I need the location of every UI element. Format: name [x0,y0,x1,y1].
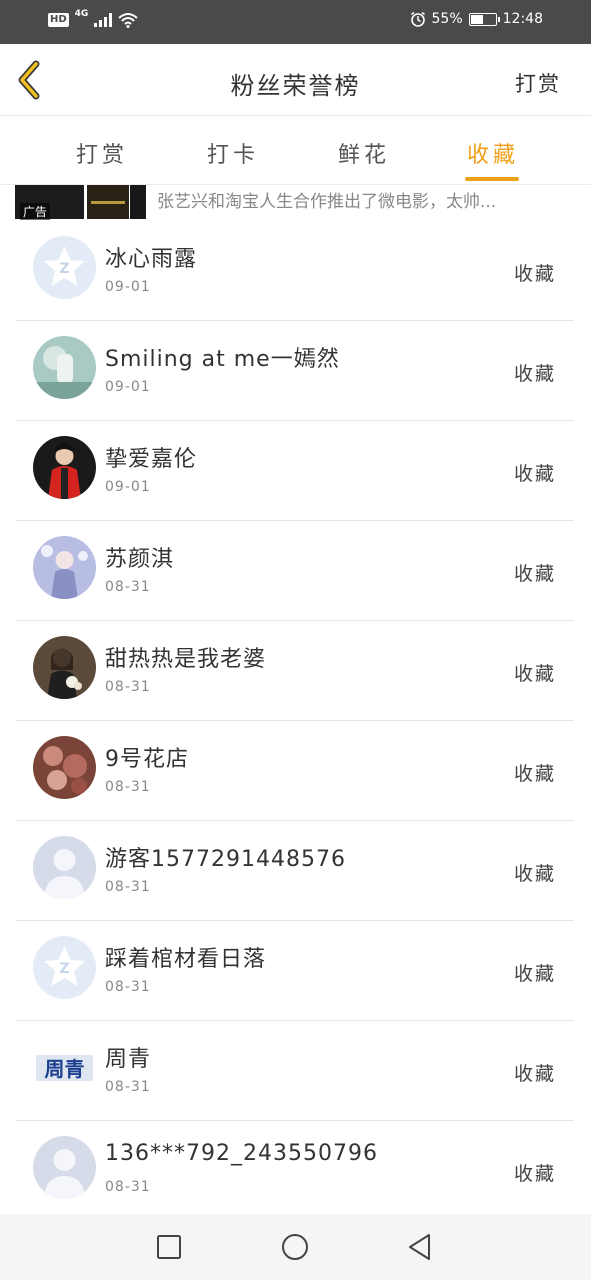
list-item[interactable]: 挚爱嘉伦 09-01 收藏 [16,421,574,521]
ad-image [87,185,129,219]
list-item[interactable]: 136***792_243550796 08-31 收藏 [16,1121,574,1221]
tab-favorites[interactable]: 收藏 [467,137,519,169]
status-right: 55% 12:48 [410,11,543,27]
item-action: 收藏 [513,763,556,785]
default-person-avatar [33,1136,96,1199]
clock: 12:48 [502,11,543,27]
user-name: 游客1577291448576 [105,847,346,872]
back-icon [409,1234,430,1260]
network-type: 4G [74,9,89,19]
item-action: 收藏 [513,263,556,285]
item-action: 收藏 [513,963,556,985]
item-date: 09-01 [105,479,151,495]
ad-image [130,185,146,219]
battery-icon [468,12,500,26]
ad-label: 广告 [20,203,51,220]
item-date: 09-01 [105,279,151,295]
signal-icon [94,13,113,27]
list-item[interactable]: 9号花店 08-31 收藏 [16,721,574,821]
battery-fill [470,14,483,24]
list-item[interactable]: 周青 周青 08-31 收藏 [16,1021,574,1121]
tab-checkin[interactable]: 打卡 [207,137,259,169]
item-action: 收藏 [513,1163,556,1185]
ad-text: 张艺兴和淘宝人生合作推出了微电影，太帅... [157,192,497,212]
wifi-icon [118,13,138,28]
item-date: 09-01 [105,379,151,395]
item-action: 收藏 [513,663,556,685]
tab-flowers[interactable]: 鲜花 [338,137,390,169]
photo-avatar [33,536,96,599]
recent-apps-icon [157,1235,181,1259]
list-item[interactable]: Z 冰心雨露 09-01 收藏 [16,221,574,321]
list-item[interactable]: Z 踩着棺材看日落 08-31 收藏 [16,921,574,1021]
back-nav-button[interactable] [405,1232,435,1262]
default-person-avatar [33,836,96,899]
item-date: 08-31 [105,779,151,795]
header: 粉丝荣誉榜 打赏 [0,44,591,116]
item-action: 收藏 [513,363,556,385]
photo-avatar [33,436,96,499]
svg-text:Z: Z [59,961,69,977]
user-name: 甜热热是我老婆 [105,647,267,672]
qq-default-avatar: Z [33,936,96,999]
photo-avatar [33,336,96,399]
item-action: 收藏 [513,463,556,485]
item-date: 08-31 [105,1179,151,1195]
text-avatar: 周青 [33,1036,96,1099]
home-icon [282,1234,308,1260]
item-action: 收藏 [513,863,556,885]
photo-avatar [33,736,96,799]
item-date: 08-31 [105,979,151,995]
user-name: 踩着棺材看日落 [105,947,267,972]
qq-default-avatar: Z [33,236,96,299]
user-name: 136***792_243550796 [105,1141,378,1166]
photo-avatar [33,636,96,699]
item-date: 08-31 [105,879,151,895]
page-title: 粉丝荣誉榜 [230,72,361,100]
item-date: 08-31 [105,579,151,595]
user-name: 苏颜淇 [105,547,175,572]
system-nav-bar [0,1214,591,1280]
tab-bar: 打赏 打卡 鲜花 收藏 [0,117,591,185]
recent-apps-button[interactable] [154,1232,184,1262]
hd-badge: HD [48,13,69,27]
user-name: 挚爱嘉伦 [105,447,198,472]
item-date: 08-31 [105,1079,151,1095]
item-action: 收藏 [513,563,556,585]
reward-button[interactable]: 打赏 [515,68,561,98]
list-item[interactable]: Smiling at me一嫣然 09-01 收藏 [16,321,574,421]
list-item[interactable]: 甜热热是我老婆 08-31 收藏 [16,621,574,721]
alarm-icon [410,11,425,27]
active-tab-indicator [465,177,519,181]
user-name: Smiling at me一嫣然 [105,347,340,372]
list-item[interactable]: 苏颜淇 08-31 收藏 [16,521,574,621]
user-name: 9号花店 [105,747,189,772]
battery-percent: 55% [431,11,463,27]
avatar-text: 周青 [45,1057,85,1081]
ad-banner[interactable]: 广告 张艺兴和淘宝人生合作推出了微电影，太帅... [0,185,591,221]
status-left: HD 4G [48,9,138,28]
user-name: 冰心雨露 [105,247,198,272]
tab-reward[interactable]: 打赏 [76,137,128,169]
favorites-list: Z 冰心雨露 09-01 收藏 Smiling at me一嫣然 09-01 收… [16,221,574,1221]
list-item[interactable]: 游客1577291448576 08-31 收藏 [16,821,574,921]
item-date: 08-31 [105,679,151,695]
svg-text:Z: Z [59,261,69,277]
home-button[interactable] [280,1232,310,1262]
user-name: 周青 [105,1047,152,1072]
status-bar: HD 4G 55% 12:48 [0,0,591,44]
item-action: 收藏 [513,1063,556,1085]
